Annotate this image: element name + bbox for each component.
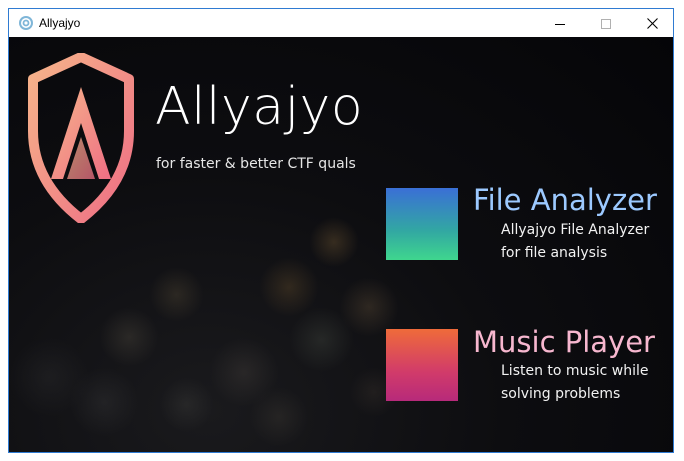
close-button[interactable] bbox=[629, 9, 673, 37]
minimize-button[interactable] bbox=[537, 9, 583, 37]
music-player-title[interactable]: Music Player bbox=[473, 324, 655, 360]
app-tagline: for faster & better CTF quals bbox=[156, 156, 356, 172]
music-player-description-line-2: solving problems bbox=[501, 386, 621, 402]
file-analyzer-description-line-2: for file analysis bbox=[501, 245, 608, 261]
main-content: Allyajyo for faster & better CTF quals F… bbox=[9, 37, 673, 452]
shield-a-logo bbox=[28, 53, 134, 223]
app-window: Allyajyo Allyajyo for faster & better CT… bbox=[8, 8, 674, 453]
maximize-icon bbox=[601, 14, 611, 33]
minimize-icon bbox=[555, 14, 565, 33]
music-player-description-line-1: Listen to music while bbox=[501, 363, 649, 379]
file-analyzer-description: Allyajyo File Analyzer for file analysis bbox=[501, 219, 649, 265]
maximize-button[interactable] bbox=[583, 9, 629, 37]
title-bar[interactable]: Allyajyo bbox=[9, 9, 673, 37]
gear-icon bbox=[18, 15, 34, 31]
music-player-description: Listen to music while solving problems bbox=[501, 360, 648, 406]
file-analyzer-title[interactable]: File Analyzer bbox=[473, 182, 657, 218]
close-icon bbox=[646, 14, 658, 33]
file-analyzer-tile[interactable] bbox=[386, 188, 458, 260]
window-title: Allyajyo bbox=[39, 16, 81, 30]
app-name-heading: Allyajyo bbox=[155, 77, 364, 137]
music-player-tile[interactable] bbox=[386, 329, 458, 401]
file-analyzer-description-line-1: Allyajyo File Analyzer bbox=[501, 222, 650, 238]
